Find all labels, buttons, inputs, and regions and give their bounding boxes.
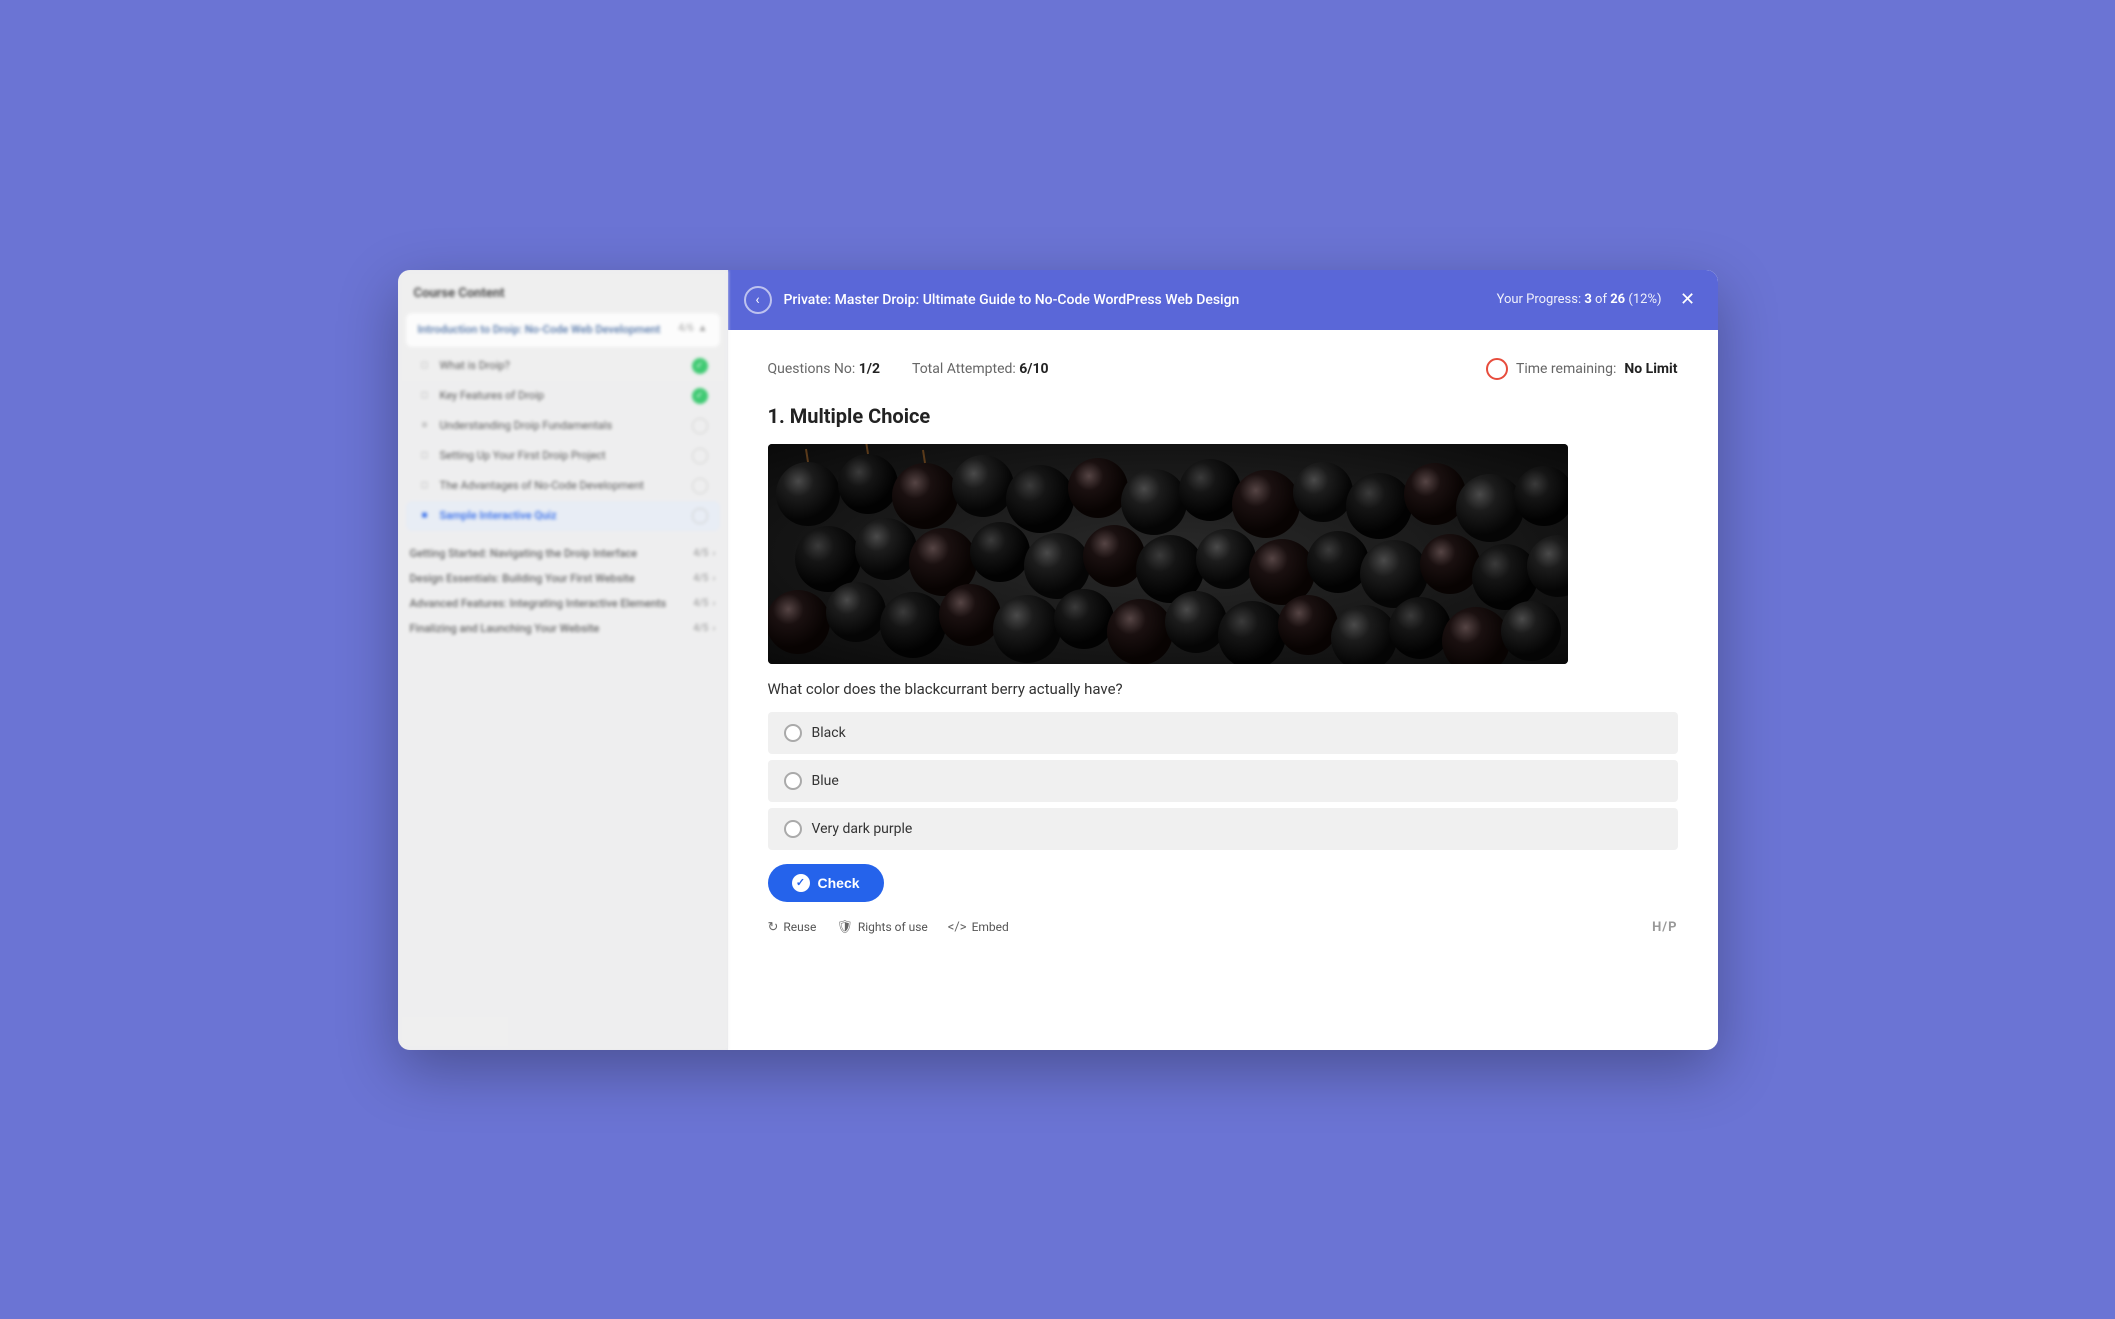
check-icon: ✓: [692, 388, 708, 404]
question-title: 1. Multiple Choice: [768, 404, 1678, 428]
sidebar: Course Content Introduction to Droip: No…: [398, 270, 728, 1050]
sidebar-item-label: Sample Interactive Quiz: [440, 509, 684, 523]
progress-circle-empty: [692, 508, 708, 524]
sidebar-item-key-features[interactable]: □ Key Features of Droip ✓: [406, 381, 720, 411]
progress-current: 3: [1584, 292, 1591, 307]
main-container: Course Content Introduction to Droip: No…: [398, 270, 1718, 1050]
option-label-blue: Blue: [812, 773, 839, 789]
sidebar-item-label: Key Features of Droip: [440, 389, 684, 403]
progress-circle-empty: [692, 448, 708, 464]
sidebar-group-advanced[interactable]: Advanced Features: Integrating Interacti…: [398, 589, 728, 614]
sidebar-group-meta: 4/5: [693, 598, 708, 609]
close-button[interactable]: ✕: [1674, 286, 1702, 314]
sidebar-group-meta: 4/5: [693, 573, 708, 584]
shield-icon: 🛡: [836, 920, 853, 935]
option-label-purple: Very dark purple: [812, 821, 913, 837]
embed-label: Embed: [972, 920, 1009, 934]
sidebar-group-design[interactable]: Design Essentials: Building Your First W…: [398, 564, 728, 589]
chevron-left-icon: ‹: [755, 292, 759, 308]
radio-purple[interactable]: [784, 820, 802, 838]
option-purple[interactable]: Very dark purple: [768, 808, 1678, 850]
top-bar: ‹ Private: Master Droip: Ultimate Guide …: [728, 270, 1718, 330]
reuse-link[interactable]: ↻ Reuse: [768, 920, 817, 935]
document-icon: □: [418, 390, 432, 401]
sidebar-group-title: Getting Started: Navigating the Droip In…: [410, 547, 716, 560]
code-icon: </>: [948, 920, 967, 935]
chevron-right-icon: ›: [712, 623, 715, 634]
content-area: ‹ Private: Master Droip: Ultimate Guide …: [728, 270, 1718, 1050]
sidebar-item-label: Setting Up Your First Droip Project: [440, 449, 684, 463]
sidebar-group-finalizing[interactable]: Finalizing and Launching Your Website 4/…: [398, 614, 728, 639]
close-icon: ✕: [1680, 289, 1695, 310]
progress-total: 26: [1610, 292, 1625, 307]
sidebar-group-getting-started[interactable]: Getting Started: Navigating the Droip In…: [398, 539, 728, 564]
course-title: Private: Master Droip: Ultimate Guide to…: [784, 292, 1485, 308]
sidebar-item-label: The Advantages of No-Code Development: [440, 479, 684, 493]
reuse-label: Reuse: [783, 920, 816, 934]
sidebar-group-title: Finalizing and Launching Your Website 4/…: [410, 622, 716, 635]
total-attempted-value: 6/10: [1019, 361, 1048, 377]
progress-indicator: Your Progress: 3 of 26 (12%): [1497, 292, 1662, 307]
question-text: What color does the blackcurrant berry a…: [768, 680, 1678, 698]
check-button-label: Check: [818, 875, 860, 891]
footer-bar: ↻ Reuse 🛡 Rights of use </> Embed H/P: [768, 912, 1678, 939]
back-button[interactable]: ‹: [744, 286, 772, 314]
rights-label: Rights of use: [858, 920, 928, 934]
sidebar-section-arrow-icon: ▲: [698, 323, 708, 334]
rights-link[interactable]: 🛡 Rights of use: [836, 920, 927, 935]
check-icon: ✓: [692, 358, 708, 374]
sidebar-title: Course Content: [398, 286, 728, 313]
sidebar-item-quiz[interactable]: ■ Sample Interactive Quiz: [406, 501, 720, 531]
option-blue[interactable]: Blue: [768, 760, 1678, 802]
sidebar-group-title: Design Essentials: Building Your First W…: [410, 572, 716, 585]
sidebar-section-meta: 4/6: [678, 323, 693, 334]
sidebar-group-title: Advanced Features: Integrating Interacti…: [410, 597, 716, 610]
radio-blue[interactable]: [784, 772, 802, 790]
document-icon: ≡: [418, 420, 432, 431]
time-remaining: Time remaining: No Limit: [1486, 358, 1678, 380]
sidebar-item-fundamentals[interactable]: ≡ Understanding Droip Fundamentals: [406, 411, 720, 441]
check-button[interactable]: ✓ Check: [768, 864, 884, 902]
sidebar-group-meta: 4/5: [693, 623, 708, 634]
sidebar-item-what-is-droip[interactable]: □ What is Droip? ✓: [406, 351, 720, 381]
reuse-icon: ↻: [768, 920, 779, 935]
quiz-meta-row: Questions No: 1/2 Total Attempted: 6/10 …: [768, 358, 1678, 380]
timer-icon: [1486, 358, 1508, 380]
chevron-right-icon: ›: [712, 573, 715, 584]
document-icon: □: [418, 360, 432, 371]
check-btn-icon: ✓: [792, 874, 810, 892]
document-icon: □: [418, 450, 432, 461]
progress-circle-empty: [692, 418, 708, 434]
progress-circle-empty: [692, 478, 708, 494]
sidebar-item-setup[interactable]: □ Setting Up Your First Droip Project: [406, 441, 720, 471]
chevron-right-icon: ›: [712, 548, 715, 559]
sidebar-item-label: Understanding Droip Fundamentals: [440, 419, 684, 433]
chevron-right-icon: ›: [712, 598, 715, 609]
embed-link[interactable]: </> Embed: [948, 920, 1009, 935]
radio-black[interactable]: [784, 724, 802, 742]
quiz-content: Questions No: 1/2 Total Attempted: 6/10 …: [728, 330, 1718, 1050]
quiz-icon: ■: [418, 510, 432, 521]
sidebar-item-advantages[interactable]: □ The Advantages of No-Code Development: [406, 471, 720, 501]
option-label-black: Black: [812, 725, 846, 741]
time-value: No Limit: [1624, 361, 1677, 377]
questions-no-value: 1/2: [859, 361, 880, 377]
hp-logo: H/P: [1652, 920, 1677, 935]
document-icon: □: [418, 480, 432, 491]
sidebar-active-section[interactable]: Introduction to Droip: No-Code Web Devel…: [406, 313, 720, 347]
questions-no: Questions No: 1/2: [768, 361, 881, 377]
sidebar-item-label: What is Droip?: [440, 359, 684, 373]
sidebar-section-title: Introduction to Droip: No-Code Web Devel…: [418, 323, 671, 337]
sidebar-section-header: Introduction to Droip: No-Code Web Devel…: [418, 323, 708, 337]
option-black[interactable]: Black: [768, 712, 1678, 754]
question-image: [768, 444, 1568, 664]
sidebar-group-meta: 4/5: [693, 548, 708, 559]
total-attempted: Total Attempted: 6/10: [912, 361, 1049, 377]
